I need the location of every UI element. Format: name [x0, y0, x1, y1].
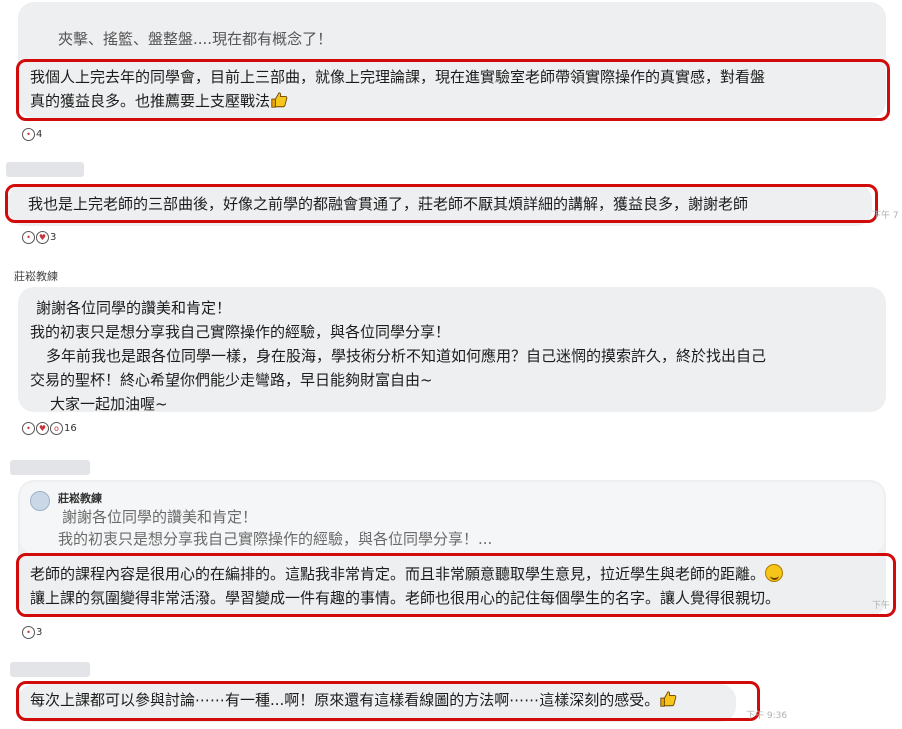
message-line: 老師的課程內容是很用心的在編排的。這點我非常肯定。而且非常願意聽取學生意見，拉近… [30, 562, 784, 586]
message-text: 每次上課都可以參與討論⋯⋯有一種...啊！原來還有這樣看線圖的方法啊⋯⋯這樣深刻… [30, 688, 677, 712]
reaction-count: 3 [36, 627, 43, 638]
message-line-text: 老師的課程內容是很用心的在編排的。這點我非常肯定。而且非常願意聽取學生意見，拉近… [30, 565, 766, 583]
quoted-line: 我的初衷只是想分享我自己實際操作的經驗，與各位同學分享！... [58, 530, 493, 548]
quoted-sender-name: 莊崧教練 [58, 492, 102, 505]
sender-name: 莊崧教練 [14, 270, 58, 283]
timestamp: 下午 [872, 601, 891, 611]
reaction-count: 4 [36, 129, 43, 140]
reaction-face-icon: • [22, 422, 35, 435]
reaction-summary[interactable]: • 3 [22, 626, 42, 639]
reaction-summary[interactable]: • ♥ o 16 [22, 422, 77, 435]
thumbs-up-icon [660, 691, 677, 707]
message-line: 真的獲益良多。也推薦要上支壓戰法 [30, 89, 765, 113]
blurred-sender-name [6, 162, 84, 177]
reaction-summary[interactable]: • ♥ 3 [22, 231, 56, 244]
reaction-face-icon: • [22, 231, 35, 244]
message-text: 我也是上完老師的三部曲後，好像之前學的都融會貫通了，莊老師不厭其煩詳細的講解，獲… [28, 195, 749, 213]
reaction-summary[interactable]: • 4 [22, 128, 42, 141]
timestamp: 下午 7 [872, 211, 899, 221]
reaction-face-icon: • [22, 626, 35, 639]
message-line-text: 每次上課都可以參與討論⋯⋯有一種...啊！原來還有這樣看線圖的方法啊⋯⋯這樣深刻… [30, 691, 660, 709]
message-line: 讓上課的氛圍變得非常活潑。學習變成一件有趣的事情。老師也很用心的記住每個學生的名… [30, 589, 781, 607]
grinning-face-icon [765, 564, 784, 582]
blurred-sender-name [10, 662, 90, 677]
message-text: 謝謝各位同學的讚美和肯定！ 我的初衷只是想分享我自己實際操作的經驗，與各位同學分… [30, 296, 766, 416]
message-text: 老師的課程內容是很用心的在編排的。這點我非常肯定。而且非常願意聽取學生意見，拉近… [30, 562, 784, 610]
message-line: 我個人上完去年的同學會，目前上三部曲，就像上完理論課，現在進實驗室老師帶領實際操… [30, 68, 766, 86]
reaction-face-icon: • [22, 128, 35, 141]
timestamp: 下午 9:36 [746, 711, 788, 721]
reaction-heart-icon: ♥ [36, 231, 49, 244]
message-line: 謝謝各位同學的讚美和肯定！ [36, 299, 232, 317]
avatar [30, 491, 50, 511]
message-line: 交易的聖杯！終心希望你們能少走彎路，早日能夠財富自由~ [30, 371, 433, 389]
message-line: 大家一起加油喔~ [50, 395, 168, 413]
blurred-sender-name [10, 460, 90, 475]
message-text: 我個人上完去年的同學會，目前上三部曲，就像上完理論課，現在進實驗室老師帶領實際操… [30, 65, 765, 113]
reaction-surprise-icon: o [50, 422, 63, 435]
message-line: 我的初衷只是想分享我自己實際操作的經驗，與各位同學分享！ [30, 323, 451, 341]
message-preview-text: 夾擊、搖籃、盤整盤....現在都有概念了！ [58, 30, 333, 48]
reaction-count: 16 [64, 423, 77, 434]
message-line: 多年前我也是跟各位同學一樣，身在股海，學技術分析不知道如何應用？自己迷惘的摸索許… [46, 347, 767, 365]
reaction-count: 3 [50, 232, 57, 243]
message-line-text: 真的獲益良多。也推薦要上支壓戰法 [30, 92, 271, 110]
reaction-heart-icon: ♥ [36, 422, 49, 435]
thumbs-up-icon [271, 92, 288, 108]
quoted-line: 謝謝各位同學的讚美和肯定！ [62, 508, 258, 526]
